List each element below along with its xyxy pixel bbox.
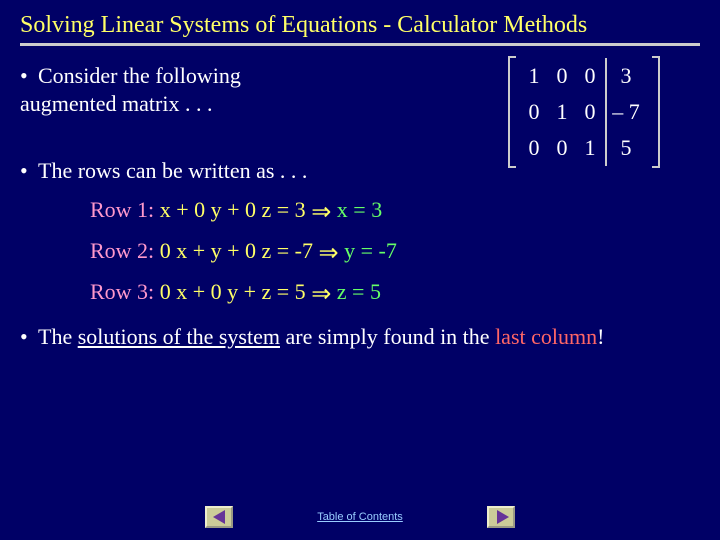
m-r1c3: 0 [576,63,604,89]
m-r2c1: 0 [520,99,548,125]
implies-icon: ⇒ [311,282,331,308]
implies-icon: ⇒ [311,199,331,225]
m-r3c3: 1 [576,135,604,161]
augment-bar [605,58,607,166]
m-r1c1: 1 [520,63,548,89]
row-3-sol: z = 5 [337,279,381,304]
m-r3c2: 0 [548,135,576,161]
bullet-2-text: The rows can be written as . . . [38,158,307,183]
implies-icon: ⇒ [319,240,339,266]
row-1-sol: x = 3 [337,197,382,222]
toc-link[interactable]: Table of Contents [317,511,403,523]
row-1-eq: x + 0 y + 0 z = 3 [160,197,312,222]
bullet-1-text: Consider the following augmented matrix … [20,63,241,116]
footer-nav: Table of Contents [0,506,720,528]
arrow-right-icon [497,510,509,524]
row-3-eq: 0 x + 0 y + z = 5 [160,279,312,304]
bullet-3-part-a: The [38,324,78,349]
arrow-left-icon [213,510,225,524]
augmented-matrix: 1 0 0 3 0 1 0 – 7 0 0 1 5 [508,56,660,168]
m-r3a: 5 [608,135,648,161]
m-r2c3: 0 [576,99,604,125]
bullet-1: •Consider the following augmented matrix… [20,62,340,117]
row-2-sol: y = -7 [344,238,397,263]
bullet-3: •The solutions of the system are simply … [20,323,700,351]
row-1-label: Row 1: [90,197,160,222]
m-r2a: – 7 [608,99,648,125]
bullet-3-part-c: are simply found in the [280,324,495,349]
row-2-label: Row 2: [90,238,160,263]
m-r1a: 3 [608,63,648,89]
bullet-3-part-e: ! [597,324,604,349]
m-r3c1: 0 [520,135,548,161]
row-3-label: Row 3: [90,279,160,304]
row-2-line: Row 2: 0 x + y + 0 z = -7 ⇒ y = -7 [90,238,700,267]
bullet-3-red: last column [495,324,597,349]
row-1-line: Row 1: x + 0 y + 0 z = 3 ⇒ x = 3 [90,197,700,226]
title-underline [20,43,700,46]
m-r2c2: 1 [548,99,576,125]
m-r1c2: 0 [548,63,576,89]
row-3-line: Row 3: 0 x + 0 y + z = 5 ⇒ z = 5 [90,279,700,308]
row-2-eq: 0 x + y + 0 z = -7 [160,238,319,263]
next-button[interactable] [487,506,515,528]
prev-button[interactable] [205,506,233,528]
bullet-3-underline: solutions of the system [78,324,280,349]
slide-title: Solving Linear Systems of Equations - Ca… [20,12,700,39]
